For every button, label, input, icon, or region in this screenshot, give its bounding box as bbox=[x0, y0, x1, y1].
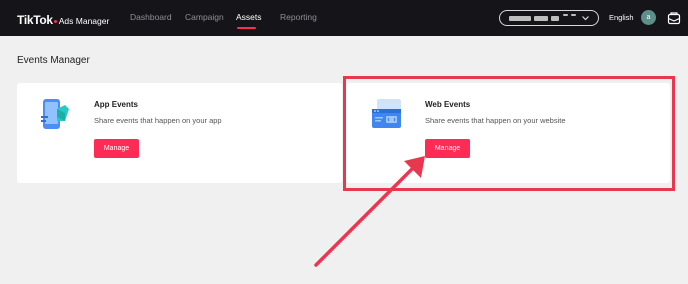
annotation-arrow bbox=[314, 156, 425, 267]
